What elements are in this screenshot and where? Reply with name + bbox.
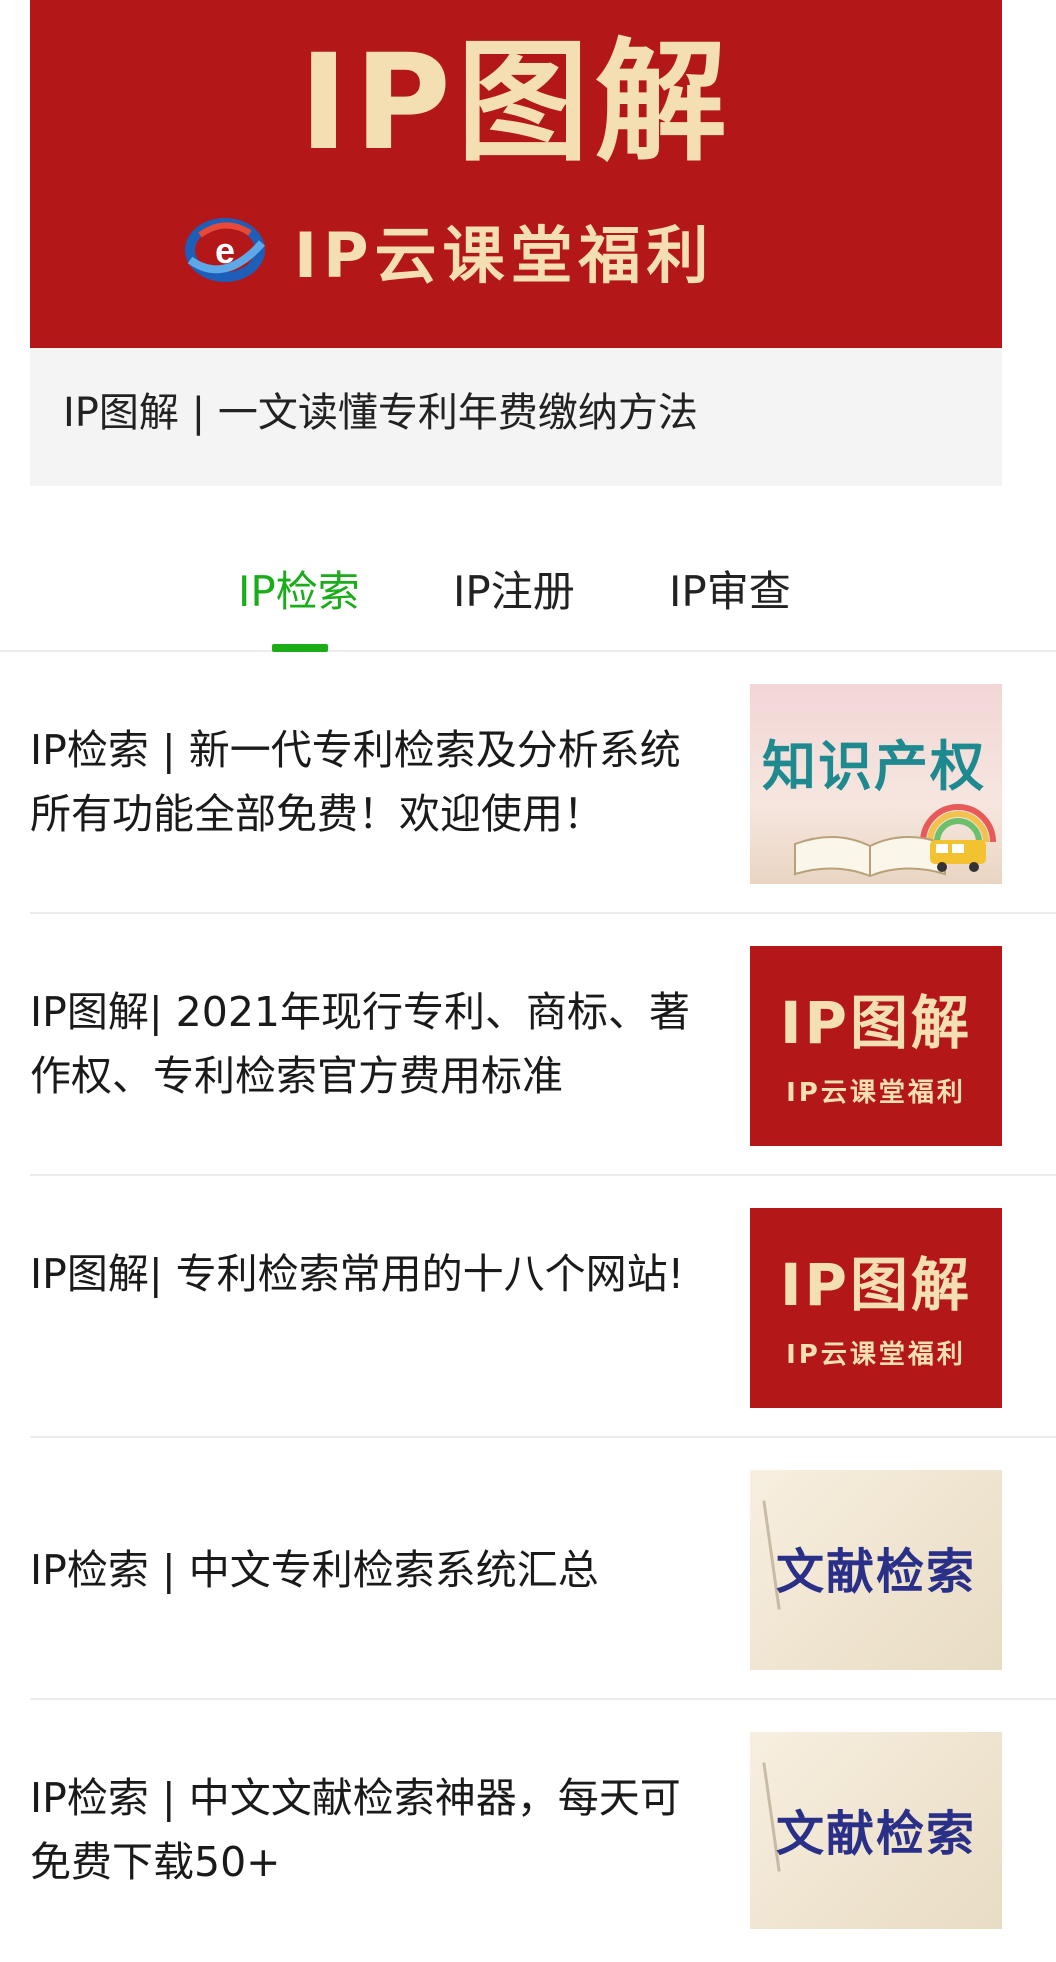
article-title[interactable]: IP图解| 专利检索常用的十八个网站! — [30, 1242, 720, 1306]
list-item[interactable]: IP检索 | 新一代专利检索及分析系统所有功能全部免费！欢迎使用！ 知识产权 — [0, 652, 1056, 914]
featured-caption[interactable]: IP图解 | 一文读懂专利年费缴纳方法 — [63, 385, 983, 441]
list-item[interactable]: IP图解| 专利检索常用的十八个网站! IP图解 IP云课堂福利 — [0, 1176, 1056, 1438]
list-item[interactable]: IP检索 | 中文文献检索神器，每天可免费下载50+ 文献检索 — [0, 1700, 1056, 1962]
open-book-icon — [794, 835, 946, 878]
featured-banner-image[interactable]: IP图解 e IP云课堂福利 — [30, 0, 1002, 348]
banner-subtitle: IP云课堂福利 — [294, 219, 715, 292]
tab-ip-review[interactable]: IP审查 — [669, 562, 791, 622]
article-title[interactable]: IP检索 | 新一代专利检索及分析系统所有功能全部免费！欢迎使用！ — [30, 718, 720, 846]
banner-subtitle-row: e IP云课堂福利 — [180, 200, 715, 300]
article-thumbnail[interactable]: 知识产权 — [750, 684, 1002, 884]
thumbnail-subtitle: IP云课堂福利 — [786, 1078, 966, 1108]
category-tabs: IP检索 IP注册 IP审查 — [0, 540, 1056, 652]
article-thumbnail[interactable]: IP图解 IP云课堂福利 — [750, 946, 1002, 1146]
banner-title: IP图解 — [299, 26, 733, 180]
article-thumbnail[interactable]: 文献检索 — [750, 1732, 1002, 1929]
article-title[interactable]: IP检索 | 中文专利检索系统汇总 — [30, 1538, 720, 1602]
list-item[interactable]: IP检索 | 中文专利检索系统汇总 文献检索 — [0, 1438, 1056, 1700]
thumbnail-text: 知识产权 — [762, 735, 986, 798]
tab-ip-search[interactable]: IP检索 — [238, 562, 360, 622]
active-tab-indicator — [272, 644, 328, 652]
ip-cloud-logo-icon: e — [185, 218, 266, 282]
thumbnail-text: 文献检索 — [775, 1544, 976, 1600]
article-title[interactable]: IP图解| 2021年现行专利、商标、著作权、专利检索官方费用标准 — [30, 980, 720, 1108]
article-title[interactable]: IP检索 | 中文文献检索神器，每天可免费下载50+ — [30, 1766, 720, 1894]
svg-text:e: e — [215, 230, 235, 271]
featured-article[interactable]: IP图解 e IP云课堂福利 IP图解 | 一文读懂专利年费缴纳方法 — [30, 0, 1002, 486]
tab-ip-register[interactable]: IP注册 — [453, 562, 575, 622]
thumbnail-subtitle: IP云课堂福利 — [786, 1340, 966, 1370]
article-thumbnail[interactable]: 文献检索 — [750, 1470, 1002, 1670]
thumbnail-title: IP图解 — [779, 1251, 973, 1319]
thumbnail-text: 文献检索 — [775, 1806, 976, 1862]
thumbnail-title: IP图解 — [779, 989, 973, 1057]
school-bus-icon — [930, 840, 986, 872]
article-thumbnail[interactable]: IP图解 IP云课堂福利 — [750, 1208, 1002, 1408]
list-item[interactable]: IP图解| 2021年现行专利、商标、著作权、专利检索官方费用标准 IP图解 I… — [0, 914, 1056, 1176]
